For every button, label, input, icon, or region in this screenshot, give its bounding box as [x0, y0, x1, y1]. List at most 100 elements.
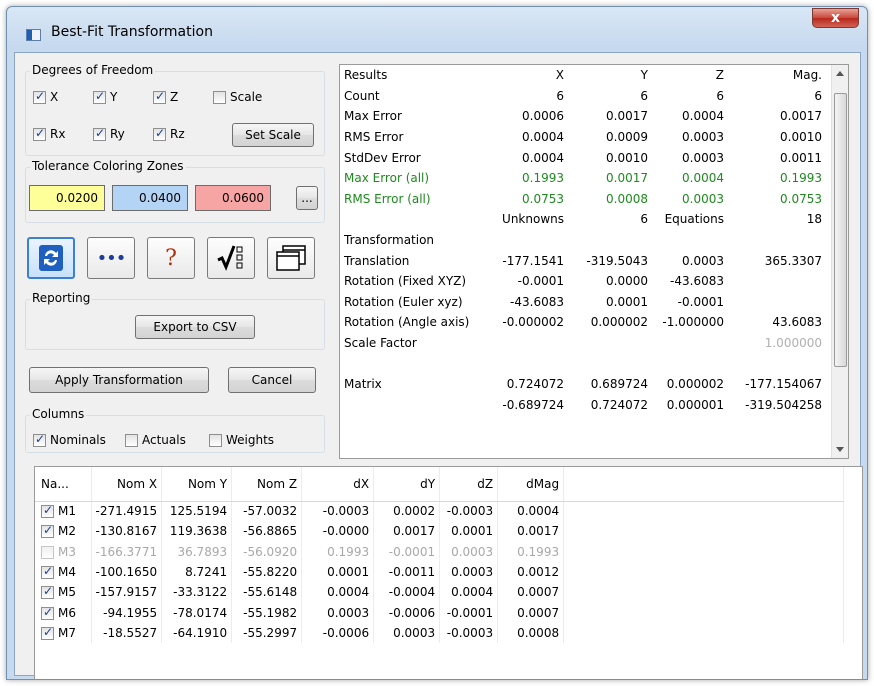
point-value-cell: 0.0001 [439, 521, 499, 542]
results-header-cell[interactable]: X [482, 65, 568, 86]
results-cell: Count [344, 88, 380, 103]
tolerance-zone-1[interactable]: 0.0200 [29, 185, 105, 211]
results-cell: 0.0004 [522, 130, 564, 145]
dof-y-checkbox[interactable]: Y [93, 89, 118, 104]
table-row[interactable]: M7 -18.5527-64.1910-55.2997-0.00060.0003-… [35, 622, 845, 644]
table-row[interactable]: M2-130.8167119.3638-56.8865-0.00000.0017… [35, 521, 845, 542]
dof-rz-checkbox-box[interactable] [153, 126, 166, 141]
table-row[interactable]: M1-271.4915125.5194-57.0032-0.00030.0002… [35, 501, 845, 522]
results-table[interactable]: Results X Y Z Mag. Count 6 6 6 6 Max Error 0.0006 0.… [339, 64, 849, 459]
dof-rx-checkbox[interactable]: Rx [33, 126, 65, 141]
dof-y-checkbox-box[interactable] [93, 89, 106, 104]
dof-x-checkbox[interactable]: X [33, 89, 58, 104]
more-options-button[interactable]: ••• [87, 237, 135, 279]
title-bar[interactable]: Best-Fit Transformation x [7, 7, 867, 53]
dof-x-checkbox-box[interactable] [33, 89, 46, 104]
dof-rz-checkbox[interactable]: Rz [153, 126, 185, 141]
column-weights-checkbox-box[interactable] [209, 433, 222, 447]
results-vertical-scrollbar[interactable] [831, 65, 848, 458]
point-value-cell: 0.0003 [301, 602, 375, 623]
column-actuals-checkbox-box[interactable] [125, 433, 138, 447]
points-header-cell[interactable]: Nom Z [231, 467, 303, 502]
results-header-cell[interactable]: Results [340, 65, 482, 86]
set-scale-button[interactable]: Set Scale [232, 123, 314, 147]
results-row: -0.689724 0.724072 0.000001 -319.504258 [340, 395, 826, 416]
points-header-cell[interactable]: dY [373, 467, 441, 502]
point-include-checkbox[interactable] [41, 564, 54, 580]
results-header-cell[interactable]: Z [652, 65, 728, 86]
point-value-cell: -78.0174 [161, 602, 233, 623]
point-name-cell: M3 [35, 541, 92, 562]
dof-rx-checkbox-box[interactable] [33, 126, 46, 141]
points-table[interactable]: Na...Nom XNom YNom ZdXdYdZdMag M1 -271.491… [34, 466, 863, 679]
results-cell: 0.0000 [606, 274, 648, 289]
dof-ry-checkbox[interactable]: Ry [93, 126, 125, 141]
points-header-cell[interactable]: Nom Y [161, 467, 233, 502]
dof-ry-checkbox-box[interactable] [93, 126, 106, 141]
tolerance-more-button[interactable]: ... [296, 186, 318, 210]
results-cell: 6 [556, 88, 564, 103]
refresh-button[interactable] [27, 237, 75, 279]
export-csv-button[interactable]: Export to CSV [135, 315, 255, 339]
points-header-cell[interactable]: Na... [35, 467, 92, 502]
results-cell: 0.0010 [780, 130, 822, 145]
results-header-cell[interactable]: Mag. [728, 65, 826, 86]
point-include-checkbox[interactable] [41, 523, 54, 539]
table-row[interactable]: M4-100.16508.7241-55.82200.0001-0.00110.… [35, 561, 845, 583]
checklist-button[interactable] [207, 237, 255, 279]
column-nominals-checkbox-box[interactable] [33, 432, 46, 447]
column-nominals-checkbox[interactable]: Nominals [33, 432, 106, 447]
results-cell [340, 353, 482, 374]
dof-scale-checkbox-box[interactable] [213, 90, 226, 104]
point-include-checkbox[interactable] [41, 503, 54, 519]
table-row[interactable]: M3 -166.3771 36.7893 -56.0920 0.1993 -0.0001 0… [35, 541, 845, 562]
scroll-up-arrow[interactable] [836, 71, 844, 76]
results-cell: Rotation (Euler xyz) [344, 294, 463, 309]
windows-button[interactable] [267, 237, 315, 279]
point-value-cell: 0.0004 [301, 582, 375, 603]
point-value-cell: 0.0008 [497, 622, 565, 644]
results-scroll-thumb[interactable] [834, 93, 847, 367]
results-header-cell[interactable]: Y [568, 65, 652, 86]
results-cell: 0.0010 [606, 150, 648, 165]
points-header-cell[interactable]: Nom X [91, 467, 163, 502]
apply-transformation-button[interactable]: Apply Transformation [29, 367, 209, 393]
point-include-checkbox[interactable] [41, 625, 54, 640]
dof-y-checkbox-label: Y [110, 90, 118, 104]
column-nominals-checkbox-label: Nominals [50, 433, 106, 447]
dialog-client-area: Degrees of Freedom Set Scale Tolerance C… [14, 52, 863, 679]
scroll-down-arrow[interactable] [836, 447, 844, 452]
results-cell: 0.0003 [682, 150, 724, 165]
dof-z-checkbox[interactable]: Z [153, 89, 178, 104]
point-name-cell: M7 [35, 622, 92, 644]
help-icon: ? [165, 245, 177, 271]
tolerance-zone-2[interactable]: 0.0400 [112, 185, 188, 211]
cancel-button[interactable]: Cancel [228, 367, 316, 393]
point-value-cell: -64.1910 [161, 622, 233, 644]
point-include-checkbox[interactable] [41, 584, 54, 600]
table-row[interactable]: M6 -94.1955-78.0174-55.19820.0003-0.0006-… [35, 602, 845, 623]
results-cell: 365.3307 [764, 253, 822, 268]
results-cell: 6 [640, 212, 648, 227]
results-cell [652, 333, 728, 354]
points-header-cell[interactable]: dZ [439, 467, 499, 502]
results-cell: 0.0004 [682, 171, 724, 186]
results-cell [568, 353, 652, 374]
point-value-cell: -55.6148 [231, 582, 303, 603]
points-header-filler [563, 467, 845, 502]
point-include-checkbox[interactable] [41, 605, 54, 620]
point-include-checkbox[interactable] [41, 545, 54, 559]
point-value-cell: -55.8220 [231, 561, 303, 583]
point-value-cell: -166.3771 [91, 541, 163, 562]
help-button[interactable]: ? [147, 237, 195, 279]
points-header-cell[interactable]: dX [301, 467, 375, 502]
table-row[interactable]: M5-157.9157-33.3122-55.61480.0004-0.0004… [35, 582, 845, 603]
tolerance-zone-3[interactable]: 0.0600 [195, 185, 271, 211]
column-actuals-checkbox[interactable]: Actuals [125, 433, 186, 447]
points-header-cell[interactable]: dMag [497, 467, 565, 502]
column-weights-checkbox[interactable]: Weights [209, 433, 274, 447]
window-app-icon [26, 29, 41, 41]
dof-z-checkbox-box[interactable] [153, 89, 166, 104]
dof-scale-checkbox[interactable]: Scale [213, 90, 262, 104]
close-button[interactable]: x [812, 8, 859, 28]
